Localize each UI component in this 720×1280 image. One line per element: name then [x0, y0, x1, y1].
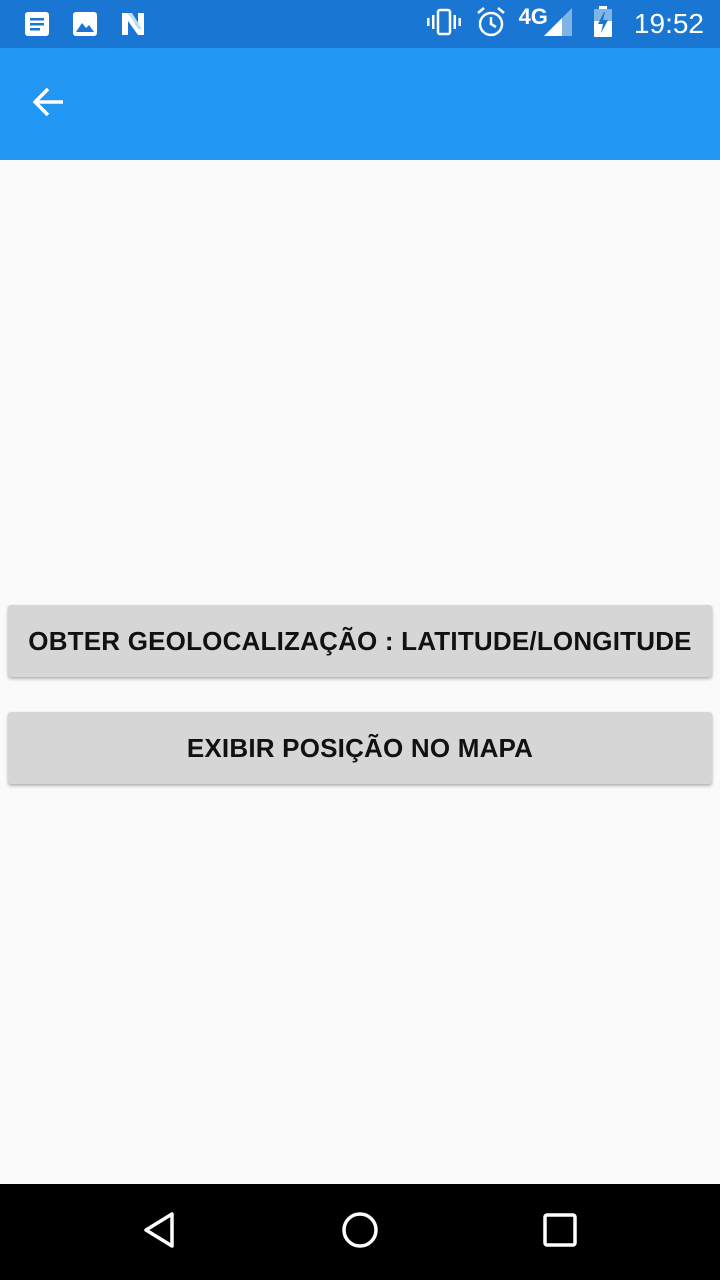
arrow-back-icon: [31, 85, 65, 124]
status-bar: 4G 19:52: [0, 0, 720, 48]
nav-home-icon: [340, 1210, 380, 1255]
status-left-icons: [22, 9, 148, 44]
get-geolocation-button[interactable]: OBTER GEOLOCALIZAÇÃO : LATITUDE/LONGITUD…: [8, 605, 712, 677]
nav-back-button[interactable]: [136, 1208, 184, 1256]
signal-icon: [542, 6, 574, 43]
image-icon: [70, 9, 100, 44]
status-time: 19:52: [633, 8, 704, 39]
alarm-icon: [475, 6, 507, 43]
nav-back-icon: [140, 1210, 180, 1255]
back-button[interactable]: [24, 80, 72, 128]
show-position-map-button[interactable]: EXIBIR POSIÇÃO NO MAPA: [8, 712, 712, 784]
battery-charging-icon: [592, 5, 614, 43]
n-logo-icon: [118, 9, 148, 44]
app-bar: [0, 48, 720, 160]
navigation-bar: [0, 1184, 720, 1280]
nav-recents-icon: [540, 1210, 580, 1255]
nav-recents-button[interactable]: [536, 1208, 584, 1256]
vibrate-icon: [426, 7, 461, 42]
notification-message-icon: [22, 9, 52, 44]
status-right-icons: 4G 19:52: [426, 0, 704, 48]
nav-home-button[interactable]: [336, 1208, 384, 1256]
